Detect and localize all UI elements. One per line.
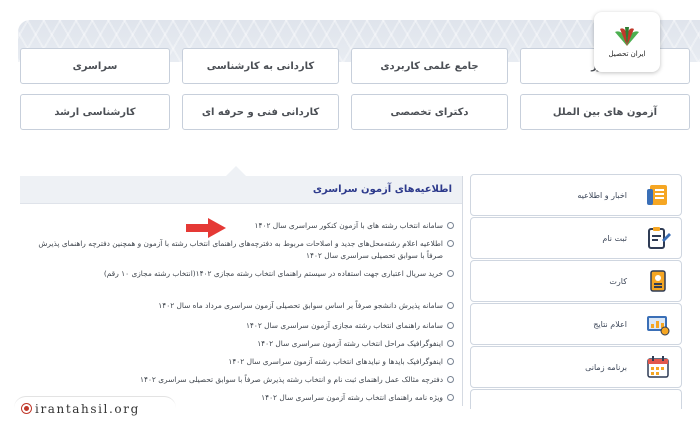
sidebar-item-more[interactable] [470, 389, 682, 409]
sidebar-item-schedule[interactable]: برنامه زمانی [470, 346, 682, 388]
news-icon [647, 185, 667, 205]
bullet-icon [447, 270, 454, 277]
news-item[interactable]: سامانه پذیرش دانشجو صرفاً بر اساس سوابق … [26, 300, 454, 312]
news-item[interactable]: سامانه انتخاب رشته های با آزمون کنکور سر… [26, 220, 454, 232]
logo-text: ایران تحصیل [608, 50, 646, 58]
logo: ایران تحصیل [594, 12, 660, 72]
red-arrow-icon [186, 218, 226, 238]
sidebar-item-news[interactable]: اخبار و اطلاعیه [470, 174, 682, 216]
exam-tab-technical-associate[interactable]: کاردانی فنی و حرفه ای [182, 94, 339, 130]
exam-tab-comprehensive[interactable]: جامع علمی کاربردی [351, 48, 508, 84]
panel-pointer [226, 166, 246, 176]
bullet-icon [447, 394, 454, 401]
logo-emblem-icon [615, 27, 639, 46]
bullet-icon [447, 222, 454, 229]
card-icon [650, 270, 666, 292]
calendar-icon [647, 356, 669, 378]
sidebar-item-registration[interactable]: ثبت نام [470, 217, 682, 259]
site-badge: irantahsil.org [14, 396, 176, 420]
globe-icon [22, 404, 31, 413]
news-item[interactable]: اطلاعیه اعلام رشته‌محل‌های جدید و اصلاحا… [26, 238, 454, 262]
results-icon [647, 316, 670, 336]
news-item[interactable]: اینفوگرافیک بایدها و نبایدهای انتخاب رشت… [26, 356, 454, 368]
bullet-icon [447, 358, 454, 365]
site-url: irantahsil.org [35, 401, 140, 416]
bullet-icon [447, 376, 454, 383]
bullet-icon [447, 322, 454, 329]
bullet-icon [447, 240, 454, 247]
exam-tab-international[interactable]: آزمون های بین الملل [520, 94, 690, 130]
registration-icon [648, 227, 671, 249]
news-item[interactable]: دفترچه مثالک عمل راهنمای ثبت نام و انتخا… [26, 374, 454, 386]
sidebar-item-card[interactable]: کارت [470, 260, 682, 302]
exam-tab-associate-to-bachelor[interactable]: کاردانی به کارشناسی [182, 48, 339, 84]
bullet-icon [447, 302, 454, 309]
exam-tab-phd[interactable]: دکترای تخصصی [351, 94, 508, 130]
news-item[interactable]: اینفوگرافیک مراحل انتخاب رشته آزمون سراس… [26, 338, 454, 350]
bullet-icon [447, 340, 454, 347]
sidebar-item-results[interactable]: اعلام نتایج [470, 303, 682, 345]
exam-tab-sarasari[interactable]: سراسری [20, 48, 170, 84]
news-item[interactable]: سامانه راهنمای انتخاب رشته مجازی آزمون س… [26, 320, 454, 332]
exam-tab-masters[interactable]: کارشناسی ارشد [20, 94, 170, 130]
news-panel-title: اطلاعیه‌های آزمون سراسری [20, 176, 462, 204]
news-item[interactable]: خرید سریال اعتباری جهت استفاده در سیستم … [26, 268, 454, 280]
panel-divider [462, 176, 463, 406]
